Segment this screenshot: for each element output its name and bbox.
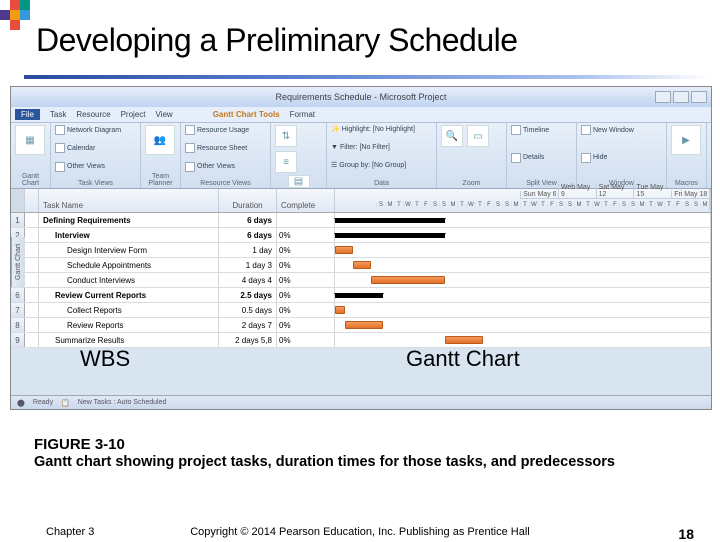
task-row[interactable]: 6Review Current Reports2.5 days0% [11, 288, 711, 303]
maximize-icon[interactable] [673, 91, 689, 103]
status-newtasks: New Tasks : Auto Scheduled [78, 399, 167, 406]
tab-task[interactable]: Task [50, 110, 66, 119]
label-gantt: Gantt Chart [406, 346, 520, 372]
macros-icon[interactable]: ▶ [671, 125, 701, 155]
col-duration[interactable]: Duration [219, 189, 277, 212]
task-row[interactable]: 7Collect Reports0.5 days0% [11, 303, 711, 318]
new-window-button[interactable]: New Window [581, 125, 662, 135]
groupby-filter[interactable]: ☰Group by:[No Group] [331, 161, 432, 169]
task-rows: 1Defining Requirements6 days2Interview6 … [11, 213, 711, 348]
window-titlebar: Requirements Schedule - Microsoft Projec… [11, 87, 711, 107]
tab-format[interactable]: Format [290, 110, 315, 119]
group-gantt: Gantt Chart [15, 173, 46, 187]
ribbon: ▦ Gantt Chart Network Diagram Calendar O… [11, 123, 711, 189]
team-planner-icon[interactable]: 👥 [145, 125, 175, 155]
footer-copyright: Copyright © 2014 Pearson Education, Inc.… [0, 526, 720, 538]
tab-file[interactable]: File [15, 109, 40, 120]
resource-usage-button[interactable]: Resource Usage [185, 125, 266, 135]
task-row[interactable]: 5Conduct Interviews4 days 40% [11, 273, 711, 288]
close-icon[interactable] [691, 91, 707, 103]
tab-project[interactable]: Project [121, 110, 146, 119]
task-row[interactable]: 4Schedule Appointments1 day 30% [11, 258, 711, 273]
figure-caption: Gantt chart showing project tasks, durat… [34, 454, 720, 470]
details-check[interactable]: Details [511, 153, 572, 163]
figure-number: FIGURE 3-10 [34, 436, 125, 453]
timeline-check[interactable]: Timeline [511, 125, 572, 135]
calendar-button[interactable]: Calendar [55, 143, 136, 153]
group-teamplanner: Team Planner [145, 173, 176, 187]
group-taskviews: Task Views [55, 180, 136, 187]
title-underline [24, 75, 710, 79]
status-ready: Ready [33, 399, 53, 406]
minimize-icon[interactable] [655, 91, 671, 103]
ribbon-context-label: Gantt Chart Tools [213, 110, 280, 119]
resource-sheet-button[interactable]: Resource Sheet [185, 143, 266, 153]
ribbon-tabs: File Task Resource Project View Gantt Ch… [11, 107, 711, 123]
column-headers: Task Name Duration Complete Sun May 6Web… [11, 189, 711, 213]
filter-filter[interactable]: ▼Filter:[No Filter] [331, 144, 432, 151]
other-views2-button[interactable]: Other Views [185, 162, 266, 172]
group-zoom: Zoom [441, 180, 502, 187]
task-row[interactable]: 3Design Interview Form1 day0% [11, 243, 711, 258]
task-row[interactable]: 2Interview6 days0% [11, 228, 711, 243]
tab-view[interactable]: View [156, 110, 173, 119]
slide-title: Developing a Preliminary Schedule [36, 22, 518, 59]
group-macros: Macros [671, 180, 702, 187]
highlight-filter[interactable]: ✨Highlight:[No Highlight] [331, 125, 432, 133]
group-resviews: Resource Views [185, 180, 266, 187]
side-tab-gantt[interactable]: Gantt Chart [11, 237, 25, 287]
task-row[interactable]: 8Review Reports2 days 70% [11, 318, 711, 333]
gantt-chart-icon[interactable]: ▦ [15, 125, 45, 155]
arrange-all-button[interactable]: Hide [581, 153, 662, 163]
group-data2: Data [331, 180, 432, 187]
label-wbs: WBS [80, 346, 130, 372]
tables-icon[interactable]: ▤ [288, 175, 310, 188]
window-title: Requirements Schedule - Microsoft Projec… [275, 92, 446, 102]
tab-resource[interactable]: Resource [76, 110, 110, 119]
entire-project-icon[interactable]: ▭ [467, 125, 489, 147]
network-diagram-button[interactable]: Network Diagram [55, 125, 136, 135]
status-bar: ⬤ Ready 📋 New Tasks : Auto Scheduled [11, 395, 711, 409]
zoom-icon[interactable]: 🔍 [441, 125, 463, 147]
col-complete[interactable]: Complete [277, 189, 335, 212]
task-row[interactable]: 1Defining Requirements6 days [11, 213, 711, 228]
other-views-button[interactable]: Other Views [55, 162, 136, 172]
col-taskname[interactable]: Task Name [39, 189, 219, 212]
timeline-header: Sun May 6Web May 9Sat May 12Tue May 15Fr… [335, 189, 711, 212]
sort-icon[interactable]: ⇅ [275, 125, 297, 147]
outline-icon[interactable]: ≡ [275, 151, 297, 173]
